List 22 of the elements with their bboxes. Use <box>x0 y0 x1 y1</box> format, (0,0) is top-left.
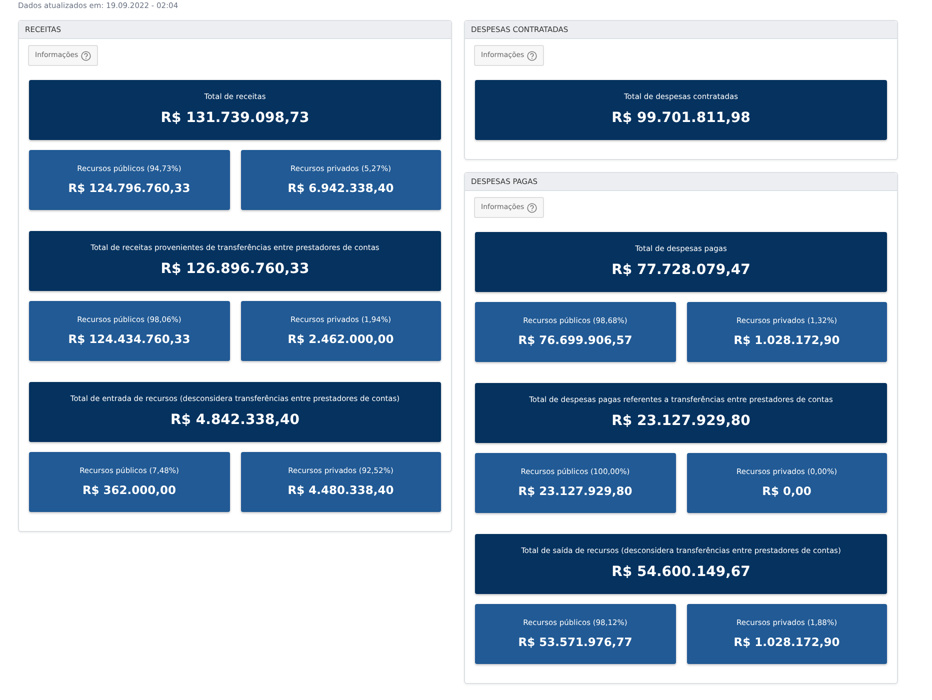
card-value: R$ 6.942.338,40 <box>288 180 394 197</box>
card-value: R$ 53.571.976,77 <box>518 634 632 651</box>
card-value: R$ 23.127.929,80 <box>612 412 750 431</box>
card-value: R$ 124.434.760,33 <box>68 331 190 348</box>
card-value: R$ 126.896.760,33 <box>160 260 310 279</box>
help-icon <box>81 50 92 60</box>
card-value: R$ 1.028.172,90 <box>734 634 840 651</box>
card-value: R$ 2.462.000,00 <box>288 331 394 348</box>
help-icon <box>527 50 538 60</box>
card-value: R$ 77.728.079,47 <box>612 260 750 280</box>
card-value: R$ 23.127.929,80 <box>518 483 632 500</box>
card-value: R$ 1.028.172,90 <box>734 332 840 349</box>
help-icon <box>527 202 538 212</box>
card-value: R$ 124.796.760,33 <box>68 180 190 197</box>
card-value: R$ 362.000,00 <box>82 482 176 499</box>
card-value: R$ 54.600.149,67 <box>612 562 750 582</box>
card-value: R$ 4.842.338,40 <box>170 410 300 430</box>
card-value: R$ 0,00 <box>762 483 812 500</box>
card-value: R$ 76.699.906,57 <box>518 332 632 349</box>
card-value: R$ 4.480.338,40 <box>288 482 394 499</box>
card-value: R$ 131.739.098,73 <box>160 108 310 128</box>
card-value: R$ 99.701.811,98 <box>612 108 750 128</box>
